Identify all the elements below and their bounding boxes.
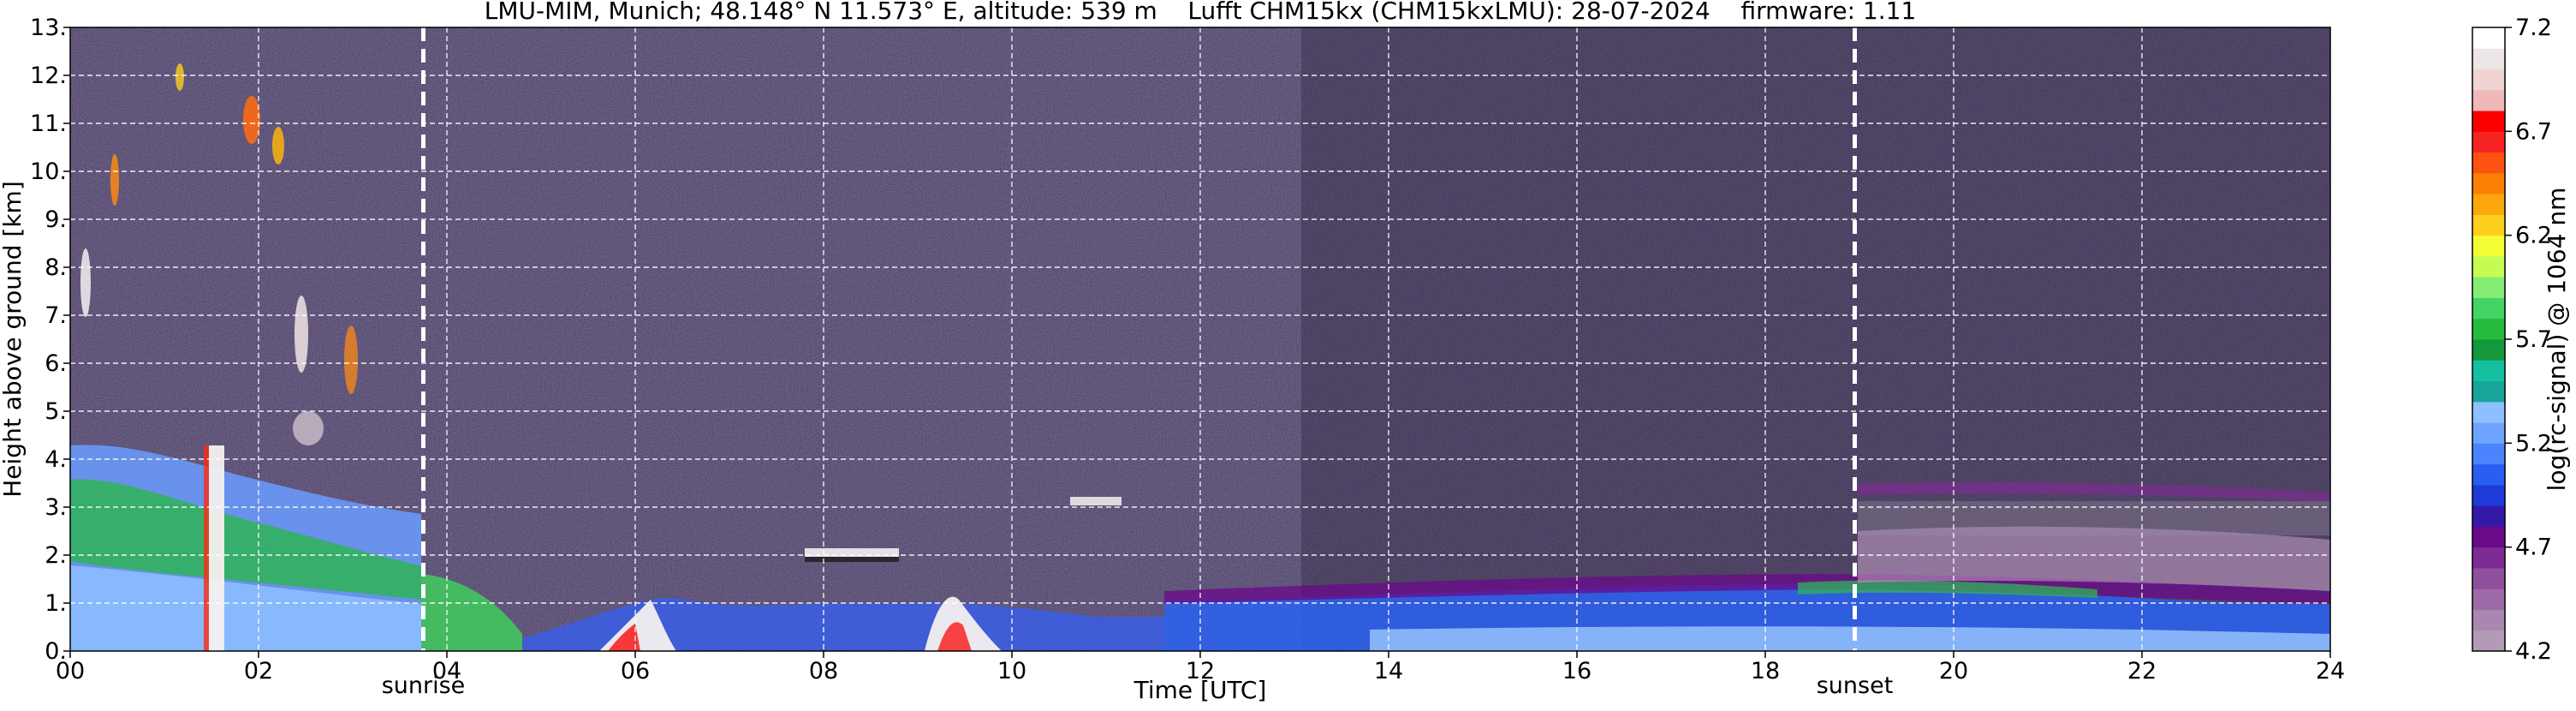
colorbar-segment bbox=[2472, 172, 2505, 194]
y-tick-label: 13. bbox=[30, 15, 67, 41]
elevated-layer bbox=[805, 557, 899, 562]
plot-area bbox=[70, 27, 2330, 651]
x-tick-label: 02 bbox=[244, 658, 273, 684]
y-tick-label: 9. bbox=[45, 206, 67, 233]
x-tick-label: 14 bbox=[1374, 658, 1403, 684]
y-tick-label: 7. bbox=[45, 302, 67, 329]
colorbar-segment bbox=[2472, 339, 2505, 361]
colorbar-segment bbox=[2472, 526, 2505, 548]
cirrus-cloud bbox=[110, 154, 119, 206]
colorbar-tick-label: 4.7 bbox=[2515, 535, 2552, 561]
x-tick-label: 16 bbox=[1562, 658, 1591, 684]
y-tick-label: 10. bbox=[30, 158, 67, 185]
colorbar-segment bbox=[2472, 111, 2505, 132]
colorbar-tick-label: 4.2 bbox=[2515, 638, 2552, 665]
x-tick-label: 08 bbox=[809, 658, 838, 684]
y-tick-label: 2. bbox=[45, 542, 67, 569]
event-label-sunrise: sunrise bbox=[382, 672, 466, 699]
mid-cloud bbox=[293, 411, 324, 445]
colorbar-segment bbox=[2472, 463, 2505, 486]
colorbar-segment bbox=[2472, 609, 2505, 631]
colorbar-segment bbox=[2472, 214, 2505, 236]
elevated-layer bbox=[1070, 497, 1121, 505]
colorbar-segment bbox=[2472, 318, 2505, 340]
precip-streak-edge bbox=[204, 445, 209, 651]
event-label-sunset: sunset bbox=[1817, 672, 1894, 699]
chart-title: LMU-MIM, Munich; 48.148° N 11.573° E, al… bbox=[485, 0, 1917, 25]
chart-svg: 00 02 04 06 08 10 12 14 16 18 20 22 24 0.1.2.3.4.5.6… bbox=[0, 0, 2571, 704]
x-axis-label: Time [UTC] bbox=[1133, 676, 1267, 704]
colorbar-segment bbox=[2472, 505, 2505, 527]
colorbar-tick-label: 6.7 bbox=[2515, 118, 2552, 145]
colorbar-label: log(rc-signal) @ 1064 nm bbox=[2543, 188, 2571, 492]
colorbar-segment bbox=[2472, 547, 2505, 569]
colorbar bbox=[2472, 27, 2505, 652]
colorbar-segment bbox=[2472, 27, 2505, 49]
colorbar-tick-label: 7.2 bbox=[2515, 15, 2552, 41]
cirrus-cloud bbox=[80, 248, 91, 317]
y-tick-label: 1. bbox=[45, 590, 67, 617]
colorbar-segment bbox=[2472, 235, 2505, 257]
x-tick-label: 18 bbox=[1751, 658, 1780, 684]
y-axis-label: Height above ground [km] bbox=[0, 181, 27, 498]
x-tick-label: 24 bbox=[2316, 658, 2345, 684]
colorbar-segment bbox=[2472, 297, 2505, 320]
colorbar-segment bbox=[2472, 131, 2505, 153]
x-tick-label: 22 bbox=[2127, 658, 2157, 684]
colorbar-segment bbox=[2472, 255, 2505, 278]
colorbar-segment bbox=[2472, 567, 2505, 589]
colorbar-segment bbox=[2472, 401, 2505, 423]
evening-grey-haze bbox=[1858, 501, 2330, 535]
colorbar-segment bbox=[2472, 152, 2505, 174]
ceilometer-chart: 00 02 04 06 08 10 12 14 16 18 20 22 24 0. 1. 2. 3. 4. 5. 6… bbox=[0, 0, 2576, 708]
x-tick-label: 20 bbox=[1939, 658, 1968, 684]
colorbar-segment bbox=[2472, 194, 2505, 215]
colorbar-segment bbox=[2472, 589, 2505, 610]
mid-cloud bbox=[294, 296, 308, 373]
colorbar-segment bbox=[2472, 360, 2505, 382]
colorbar-segment bbox=[2472, 630, 2505, 652]
colorbar-segment bbox=[2472, 69, 2505, 91]
precip-streak bbox=[209, 445, 224, 651]
colorbar-segment bbox=[2472, 484, 2505, 506]
y-tick-label: 4. bbox=[45, 446, 67, 473]
mid-cloud bbox=[344, 326, 358, 394]
cirrus-cloud bbox=[243, 96, 260, 144]
y-tick-label: 3. bbox=[45, 494, 67, 521]
y-tick-label: 0. bbox=[45, 638, 67, 665]
x-tick-label: 10 bbox=[997, 658, 1026, 684]
y-tick-label: 5. bbox=[45, 398, 67, 425]
colorbar-segment bbox=[2472, 422, 2505, 444]
y-axis: 0. 1. 2. 3. 4. 5. 6. 7. 8. 9. 10. 11. 12. 13. bbox=[30, 15, 70, 665]
cirrus-cloud bbox=[176, 63, 184, 91]
x-tick-label: 06 bbox=[621, 658, 650, 684]
y-tick-label: 6. bbox=[45, 350, 67, 377]
colorbar-segment bbox=[2472, 48, 2505, 70]
colorbar-segment bbox=[2472, 443, 2505, 465]
cirrus-cloud bbox=[272, 127, 284, 164]
y-tick-label: 12. bbox=[30, 63, 67, 89]
y-tick-label: 8. bbox=[45, 254, 67, 281]
colorbar-segment bbox=[2472, 277, 2505, 298]
y-tick-label: 11. bbox=[30, 111, 67, 137]
colorbar-segment bbox=[2472, 89, 2505, 111]
colorbar-segment bbox=[2472, 380, 2505, 403]
